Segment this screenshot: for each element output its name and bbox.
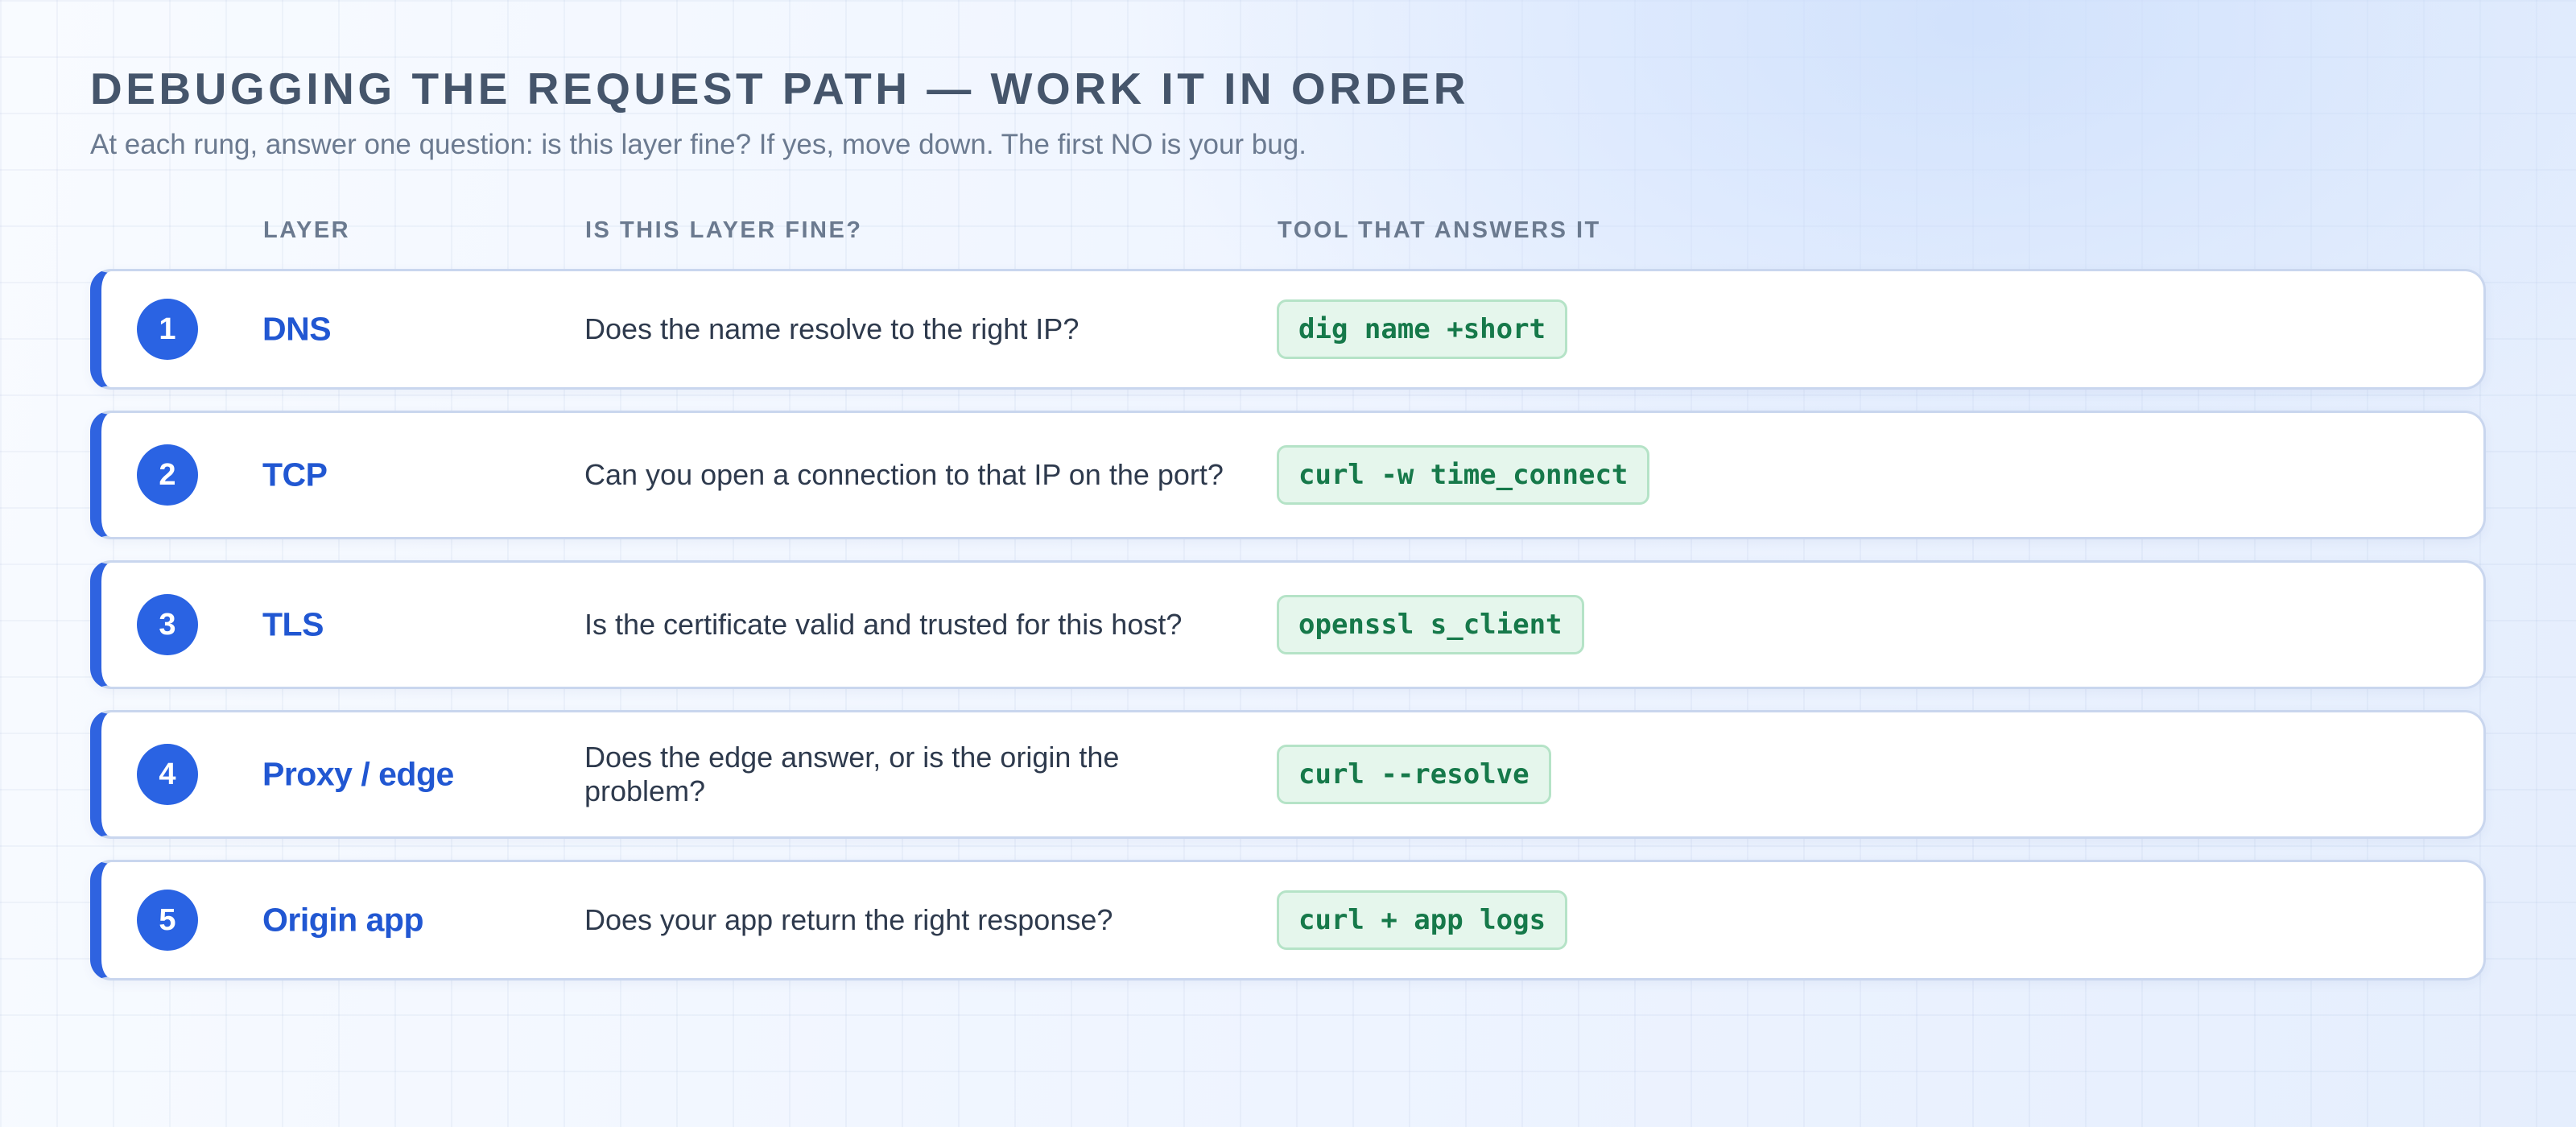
ladder-row-tcp: 2 TCP Can you open a connection to that … [90,411,2486,539]
layer-name: DNS [262,310,332,348]
ladder-row-dns: 1 DNS Does the name resolve to the right… [90,269,2486,390]
step-number-badge: 2 [137,444,198,506]
ladder-row-origin-app: 5 Origin app Does your app return the ri… [90,860,2486,980]
layer-question: Is the certificate valid and trusted for… [584,608,1183,641]
step-number-badge: 3 [137,594,198,655]
tool-command: curl + app logs [1277,890,1568,950]
layer-question: Does the edge answer, or is the origin t… [584,741,1120,807]
column-header-question: IS THIS LAYER FINE? [585,217,863,243]
step-number-badge: 4 [137,744,198,805]
column-header-tool: TOOL THAT ANSWERS IT [1278,217,1601,243]
step-number-badge: 5 [137,890,198,951]
page-title: DEBUGGING THE REQUEST PATH — WORK IT IN … [90,64,1469,114]
tool-command: curl --resolve [1277,745,1551,804]
ladder-row-tls: 3 TLS Is the certificate valid and trust… [90,560,2486,689]
step-number-badge: 1 [137,299,198,360]
page-subtitle: At each rung, answer one question: is th… [90,129,1307,160]
layer-name: Proxy / edge [262,755,454,793]
tool-command: dig name +short [1277,299,1568,359]
layer-question: Does the name resolve to the right IP? [584,312,1080,345]
layer-name: Origin app [262,901,424,939]
layer-name: TCP [262,456,328,493]
layer-question: Can you open a connection to that IP on … [584,458,1224,491]
tool-command: curl -w time_connect [1277,445,1650,505]
column-header-layer: LAYER [263,217,351,243]
ladder-row-proxy-edge: 4 Proxy / edge Does the edge answer, or … [90,710,2486,839]
ladder-diagram: DEBUGGING THE REQUEST PATH — WORK IT IN … [0,0,2576,1127]
layer-question: Does your app return the right response? [584,903,1113,936]
tool-command: openssl s_client [1277,595,1584,654]
layer-name: TLS [262,605,324,643]
